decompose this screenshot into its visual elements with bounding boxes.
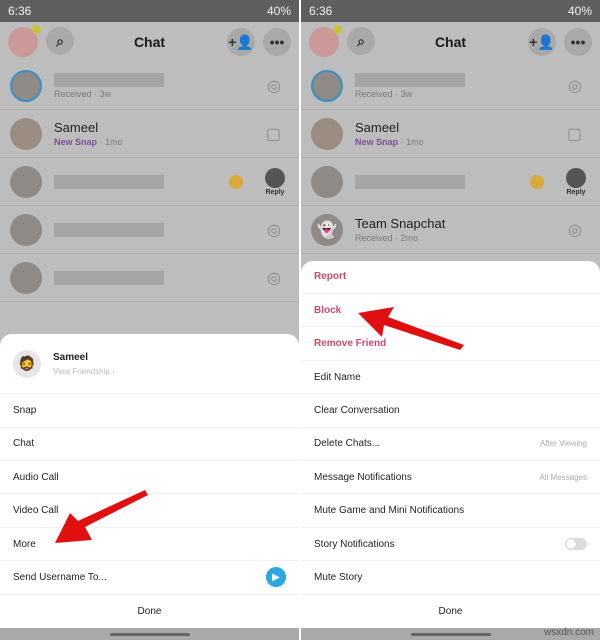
chat-header: ⌕ Chat +👤 •••	[301, 22, 600, 62]
camera-icon[interactable]: ◎	[267, 76, 281, 96]
chat-row[interactable]: Sameel New Snap · 1mo ▢	[301, 110, 600, 158]
status-time: 6:36	[8, 4, 32, 18]
add-friend-icon[interactable]: +👤	[528, 28, 556, 56]
reply-button[interactable]: Reply	[265, 167, 285, 196]
menu-item-block[interactable]: Block	[301, 294, 600, 328]
menu-item-snap[interactable]: Snap	[0, 394, 299, 428]
chat-header: ⌕ Chat +👤 •••	[0, 22, 299, 62]
chat-row[interactable]: Reply	[0, 158, 299, 206]
done-button[interactable]: Done	[301, 595, 600, 628]
menu-item-story-notifications[interactable]: Story Notifications	[301, 528, 600, 562]
right-screenshot: 6:36 40% ⌕ Chat +👤 ••• Received · 3w ◎ Same…	[301, 0, 600, 640]
action-sheet: 🧔 Sameel View Friendship › Snap Chat Audio…	[0, 334, 299, 628]
search-icon[interactable]: ⌕	[46, 27, 74, 55]
menu-item-mute-game-notifications[interactable]: Mute Game and Mini Notifications	[301, 494, 600, 528]
profile-avatar[interactable]	[309, 25, 342, 57]
reply-button[interactable]: Reply	[566, 167, 586, 196]
camera-icon[interactable]: ◎	[267, 268, 281, 288]
more-icon[interactable]: •••	[564, 28, 592, 56]
smile-emoji-icon	[530, 174, 544, 189]
chat-row[interactable]: 👻 Team Snapchat Received · 2mo ◎	[301, 206, 600, 254]
chat-row[interactable]: ◎	[0, 206, 299, 254]
search-icon[interactable]: ⌕	[347, 27, 375, 55]
status-bar: 6:36 40%	[301, 0, 600, 22]
snapchat-ghost-icon: 👻	[311, 213, 343, 246]
menu-item-video-call[interactable]: Video Call	[0, 494, 299, 528]
menu-item-delete-chats[interactable]: Delete Chats... After Viewing	[301, 428, 600, 462]
menu-item-message-notifications[interactable]: Message Notifications All Messages	[301, 461, 600, 495]
chat-row[interactable]: Received · 3w ◎	[301, 62, 600, 110]
chat-icon[interactable]: ▢	[567, 124, 582, 144]
camera-icon[interactable]: ◎	[568, 220, 582, 240]
menu-item-edit-name[interactable]: Edit Name	[301, 361, 600, 395]
bitmoji-avatar: 🧔	[13, 349, 41, 378]
menu-item-chat[interactable]: Chat	[0, 428, 299, 462]
smile-emoji-icon	[229, 174, 243, 189]
menu-item-mute-story[interactable]: Mute Story	[301, 561, 600, 595]
camera-icon[interactable]: ◎	[267, 220, 281, 240]
battery-level: 40%	[266, 4, 291, 18]
left-screenshot: 6:36 40% ⌕ Chat +👤 ••• Received · 3w ◎ Same…	[0, 0, 299, 640]
chat-row[interactable]: Received · 3w ◎	[0, 62, 299, 110]
menu-item-send-username[interactable]: Send Username To... ▶	[0, 561, 299, 595]
chat-icon[interactable]: ▢	[266, 124, 281, 144]
menu-item-more[interactable]: More	[0, 528, 299, 562]
add-friend-icon[interactable]: +👤	[227, 28, 255, 56]
nav-bar-handle	[0, 628, 299, 640]
profile-avatar[interactable]	[8, 25, 41, 57]
view-friendship-link[interactable]: View Friendship	[53, 367, 110, 376]
menu-item-clear-conversation[interactable]: Clear Conversation	[301, 394, 600, 428]
menu-item-report[interactable]: Report	[301, 261, 600, 295]
watermark: wsxdn.com	[543, 627, 594, 638]
send-arrow-icon[interactable]: ▶	[266, 567, 286, 588]
chat-row[interactable]: Sameel New Snap · 1mo ▢	[0, 110, 299, 158]
more-icon[interactable]: •••	[263, 28, 291, 56]
chat-row[interactable]: ◎	[0, 254, 299, 302]
camera-icon[interactable]: ◎	[568, 76, 582, 96]
menu-item-audio-call[interactable]: Audio Call	[0, 461, 299, 495]
menu-item-remove-friend[interactable]: Remove Friend	[301, 327, 600, 361]
friend-profile[interactable]: 🧔 Sameel View Friendship ›	[0, 334, 299, 395]
story-notifications-toggle[interactable]	[565, 538, 587, 551]
done-button[interactable]: Done	[0, 595, 299, 628]
chat-row[interactable]: Reply	[301, 158, 600, 206]
more-options-sheet: Report Block Remove Friend Edit Name Cle…	[301, 260, 600, 628]
status-bar: 6:36 40%	[0, 0, 299, 22]
